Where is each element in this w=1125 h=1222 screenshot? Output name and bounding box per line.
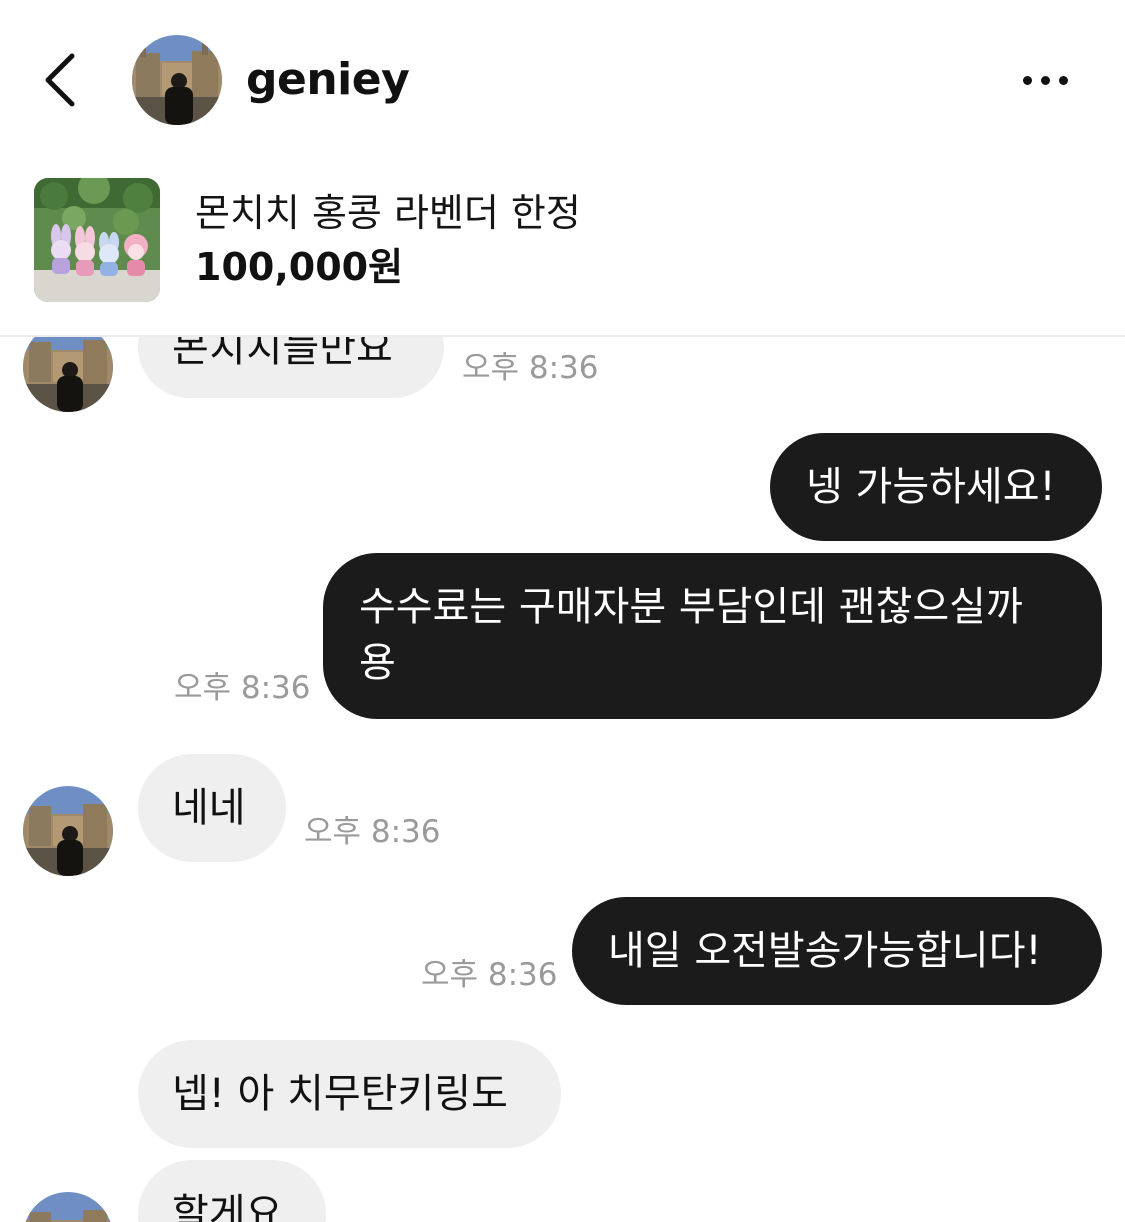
product-thumbnail[interactable] [34, 178, 160, 302]
message-bubble-incoming[interactable]: 네네 [138, 754, 286, 862]
back-button[interactable] [30, 44, 90, 116]
chat-header: geniey [0, 0, 1125, 158]
message-bubble-outgoing[interactable]: 수수료는 구매자분 부담인데 괜찮으실까 용 [323, 553, 1102, 719]
sender-avatar[interactable] [23, 1192, 113, 1222]
more-horizontal-icon [1022, 75, 1032, 85]
message-bubble-incoming[interactable]: 넵! 아 치무탄키링도 [138, 1040, 561, 1148]
message-bubble-incoming[interactable]: 할게요 [138, 1160, 326, 1222]
message-time: 오후 8:36 [421, 957, 558, 993]
message-text: 내일 오전발송가능합니다! [608, 928, 1042, 974]
chevron-left-icon [45, 53, 75, 107]
avatar-photo-icon [23, 786, 113, 876]
message-text: 넹 가능하세요! [806, 464, 1056, 510]
message-text: 넵! 아 치무탄키링도 [172, 1071, 508, 1117]
avatar-photo-icon [23, 1192, 113, 1222]
sender-avatar[interactable] [23, 786, 113, 876]
header-avatar[interactable] [132, 35, 222, 125]
product-title: 몬치치 홍콩 라벤더 한정 [195, 191, 581, 235]
message-time: 오후 8:36 [174, 670, 311, 706]
message-text: 할게요 [172, 1191, 283, 1222]
message-time: 오후 8:36 [304, 814, 441, 850]
product-price: 100,000원 [195, 245, 404, 289]
message-time: 오후 8:36 [462, 350, 599, 386]
chat-username[interactable]: geniey [246, 50, 410, 110]
message-text-line: 용 [359, 640, 396, 686]
avatar-photo-icon [132, 35, 222, 125]
message-bubble-outgoing[interactable]: 넹 가능하세요! [770, 433, 1102, 541]
product-banner[interactable]: 몬치치 홍콩 라벤더 한정 100,000원 [0, 158, 1125, 337]
more-options-button[interactable] [1010, 58, 1080, 102]
message-text: 네네 [172, 785, 246, 831]
message-text-line: 수수료는 구매자분 부담인데 괜찮으실까 [359, 584, 1023, 630]
chat-screen: 몬치치들만요 오후 8:36 넹 가능하세요! 수수료는 구매자분 부담인데 괜… [0, 0, 1125, 1222]
message-bubble-outgoing[interactable]: 내일 오전발송가능합니다! [572, 897, 1102, 1005]
product-photo-icon [34, 178, 160, 302]
